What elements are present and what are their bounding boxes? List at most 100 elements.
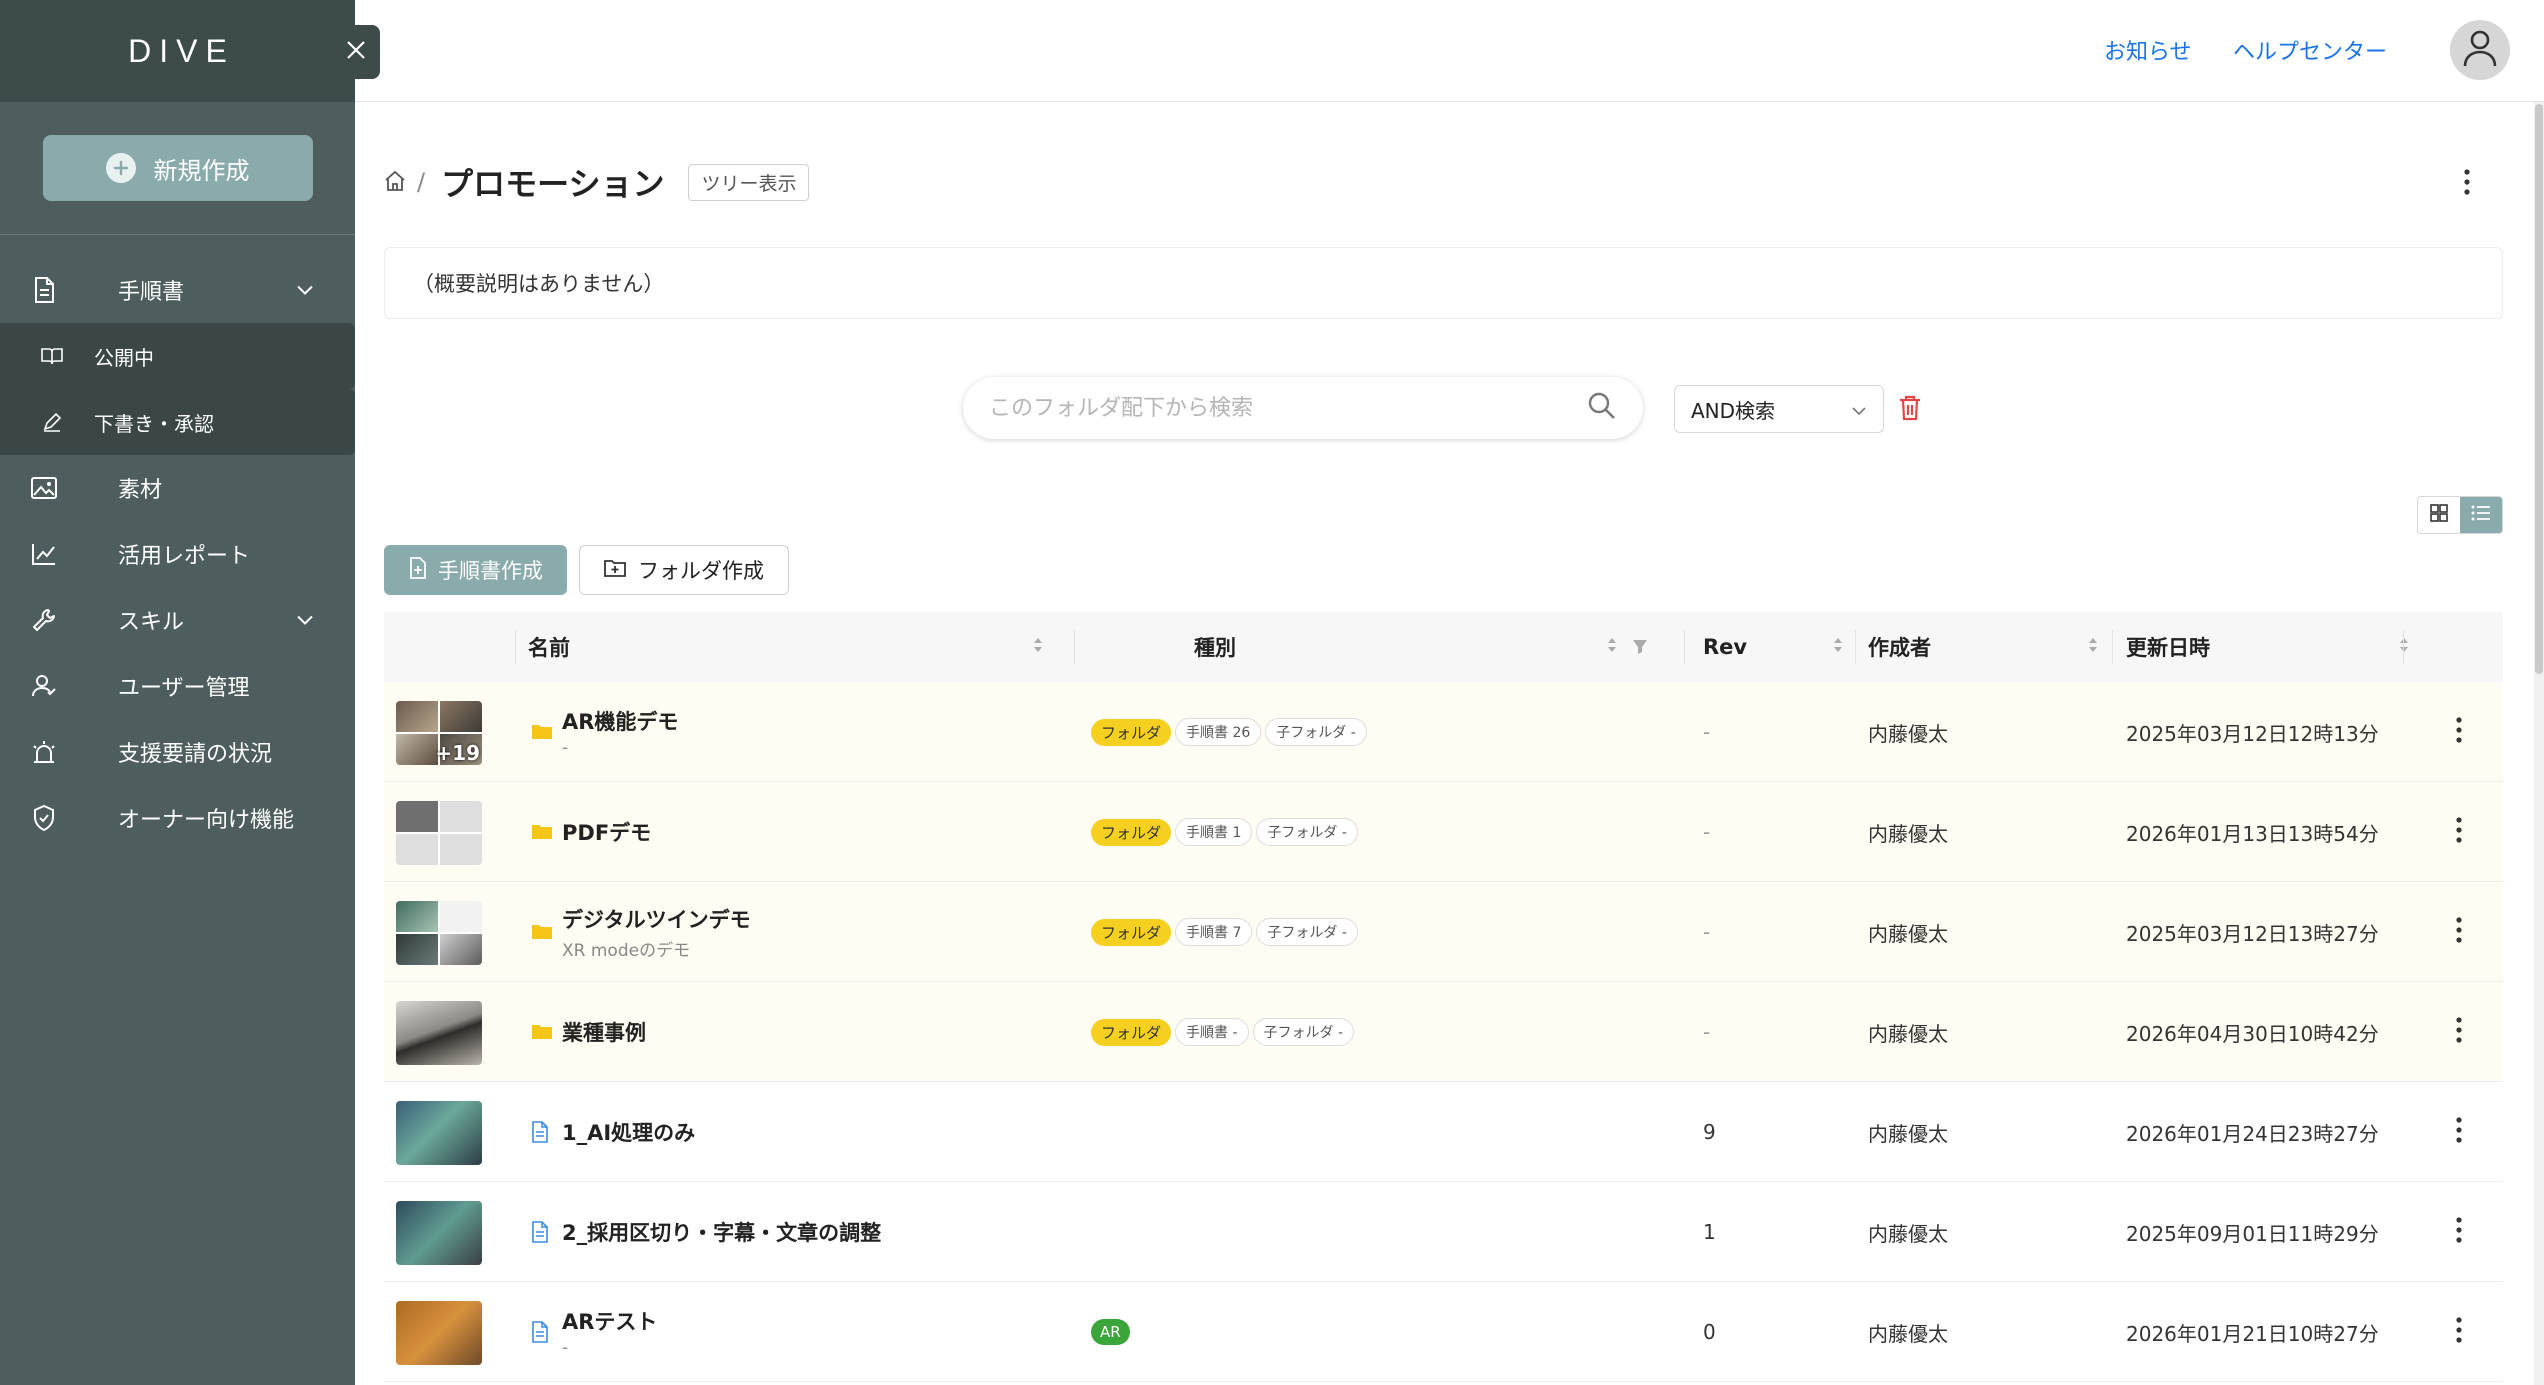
item-name[interactable]: PDFデモ (562, 817, 651, 847)
col-rev-header[interactable]: Rev (1703, 612, 1853, 682)
sidebar-item-owner[interactable]: オーナー向け機能 (0, 785, 355, 851)
sidebar-item-label: スキル (118, 610, 185, 635)
more-vertical-icon[interactable] (2455, 1316, 2463, 1348)
sidebar-item-label: 下書き・承認 (94, 411, 214, 436)
sidebar-close-button[interactable] (332, 25, 380, 79)
create-manual-button[interactable]: 手順書作成 (384, 545, 567, 595)
folder-badge: フォルダ (1091, 918, 1172, 946)
table-row[interactable]: 2_採用区切り・字幕・文章の調整 1 内藤優太 2025年09月01日11時29… (384, 1182, 2503, 1282)
more-vertical-icon[interactable] (2455, 816, 2463, 848)
col-type-header[interactable]: 種別 (1194, 612, 1654, 682)
search-input[interactable] (989, 395, 1587, 421)
sort-icon (2398, 635, 2410, 660)
items-table: 名前 種別 Rev 作成者 更新日時 +19 AR機能デモ - フォルダ 手順書… (384, 612, 2503, 1382)
col-name-header[interactable]: 名前 (528, 612, 1068, 682)
top-header: お知らせ ヘルプセンター (355, 0, 2544, 102)
user-manage-icon (29, 671, 59, 701)
more-vertical-icon[interactable] (2455, 1116, 2463, 1148)
rev-value: - (1703, 720, 1711, 744)
table-row[interactable]: 業種事例 フォルダ 手順書 - 子フォルダ - - 内藤優太 2026年04月3… (384, 982, 2503, 1082)
updated-value: 2025年03月12日13時27分 (2126, 921, 2379, 946)
updated-value: 2026年01月21日10時27分 (2126, 1321, 2379, 1346)
row-thumbnail (396, 1301, 482, 1365)
more-vertical-icon[interactable] (2455, 1216, 2463, 1248)
more-vertical-icon[interactable] (2463, 168, 2471, 200)
row-thumbnail (396, 1201, 482, 1265)
table-row[interactable]: PDFデモ フォルダ 手順書 1 子フォルダ - - 内藤優太 2026年01月… (384, 782, 2503, 882)
chevron-down-icon[interactable] (296, 278, 314, 303)
row-thumbnail (396, 901, 482, 965)
sidebar-item-report[interactable]: 活用レポート (0, 521, 355, 587)
sidebar-item-support[interactable]: 支援要請の状況 (0, 719, 355, 785)
col-updated-header[interactable]: 更新日時 (2126, 612, 2466, 682)
folder-icon (531, 1020, 555, 1044)
alarm-light-icon (29, 737, 59, 767)
table-row[interactable]: +19 AR機能デモ - フォルダ 手順書 26 子フォルダ - - 内藤優太 … (384, 682, 2503, 782)
type-cell: フォルダ 手順書 26 子フォルダ - (1091, 682, 1367, 782)
sidebar-item-label: オーナー向け機能 (118, 808, 295, 833)
home-icon[interactable] (383, 169, 409, 195)
pencil-icon (40, 410, 64, 434)
search-icon[interactable] (1587, 391, 1617, 425)
subfolder-count-pill: 子フォルダ - (1256, 818, 1358, 846)
item-subtitle: - (562, 738, 569, 758)
sidebar-item-manual[interactable]: 手順書 (0, 257, 355, 323)
item-name[interactable]: 業種事例 (562, 1017, 646, 1047)
rev-value: 1 (1703, 1220, 1716, 1244)
document-icon (531, 1220, 555, 1244)
sidebar-item-label: 公開中 (94, 345, 154, 370)
document-icon (531, 1320, 555, 1344)
sidebar-item-draft[interactable]: 下書き・承認 (0, 389, 355, 455)
chevron-down-icon (1851, 397, 1867, 421)
col-author-header[interactable]: 作成者 (1868, 612, 2118, 682)
sidebar-item-skill[interactable]: スキル (0, 587, 355, 653)
more-count-label: +19 (435, 741, 480, 765)
logo-bar: DIVE (0, 0, 355, 102)
author-value: 内藤優太 (1868, 721, 1948, 746)
app-logo[interactable]: DIVE (120, 33, 235, 70)
sidebar-item-label: ユーザー管理 (118, 676, 250, 701)
filter-icon[interactable] (1632, 635, 1648, 659)
author-value: 内藤優太 (1868, 1021, 1948, 1046)
author-value: 内藤優太 (1868, 921, 1948, 946)
item-name[interactable]: ARテスト (562, 1306, 657, 1336)
item-name[interactable]: AR機能デモ (562, 706, 678, 736)
trash-icon[interactable] (1898, 394, 1922, 426)
new-create-button[interactable]: 新規作成 (42, 135, 313, 201)
item-name[interactable]: デジタルツインデモ (562, 904, 751, 934)
table-row[interactable]: 1_AI処理のみ 9 内藤優太 2026年01月24日23時27分 (384, 1082, 2503, 1182)
help-center-link[interactable]: ヘルプセンター (2233, 34, 2387, 66)
type-cell: フォルダ 手順書 1 子フォルダ - (1091, 782, 1358, 882)
new-create-label: 新規作成 (153, 156, 250, 185)
manual-count-pill: 手順書 7 (1175, 918, 1253, 946)
column-divider (1074, 630, 1075, 664)
tree-view-button[interactable]: ツリー表示 (688, 163, 810, 201)
sidebar-item-published[interactable]: 公開中 (0, 323, 355, 389)
more-vertical-icon[interactable] (2455, 916, 2463, 948)
search-mode-select[interactable]: AND検索 (1674, 385, 1884, 433)
table-row[interactable]: ARテスト - AR 0 内藤優太 2026年01月21日10時27分 (384, 1282, 2503, 1382)
item-name[interactable]: 1_AI処理のみ (562, 1117, 695, 1147)
type-cell: フォルダ 手順書 7 子フォルダ - (1091, 882, 1358, 982)
author-value: 内藤優太 (1868, 1321, 1948, 1346)
sidebar-item-users[interactable]: ユーザー管理 (0, 653, 355, 719)
more-vertical-icon[interactable] (2455, 716, 2463, 748)
item-name[interactable]: 2_採用区切り・字幕・文章の調整 (562, 1217, 881, 1247)
grid-view-button[interactable] (2418, 497, 2460, 533)
avatar[interactable] (2450, 20, 2510, 80)
scrollbar-thumb[interactable] (2535, 104, 2543, 674)
chevron-down-icon[interactable] (296, 608, 314, 633)
more-vertical-icon[interactable] (2455, 1016, 2463, 1048)
news-link[interactable]: お知らせ (2104, 34, 2192, 66)
sidebar-item-material[interactable]: 素材 (0, 455, 355, 521)
list-icon (2471, 504, 2491, 526)
list-view-button[interactable] (2460, 497, 2502, 533)
table-row[interactable]: デジタルツインデモ XR modeのデモ フォルダ 手順書 7 子フォルダ - … (384, 882, 2503, 982)
new-area: 新規作成 (0, 102, 355, 235)
row-thumbnail (396, 801, 482, 865)
sort-icon (2087, 635, 2099, 660)
sidebar-item-label: 手順書 (118, 280, 185, 305)
item-subtitle: - (562, 1338, 569, 1358)
create-folder-button[interactable]: フォルダ作成 (579, 545, 789, 595)
breadcrumb-separator: / (417, 168, 426, 196)
